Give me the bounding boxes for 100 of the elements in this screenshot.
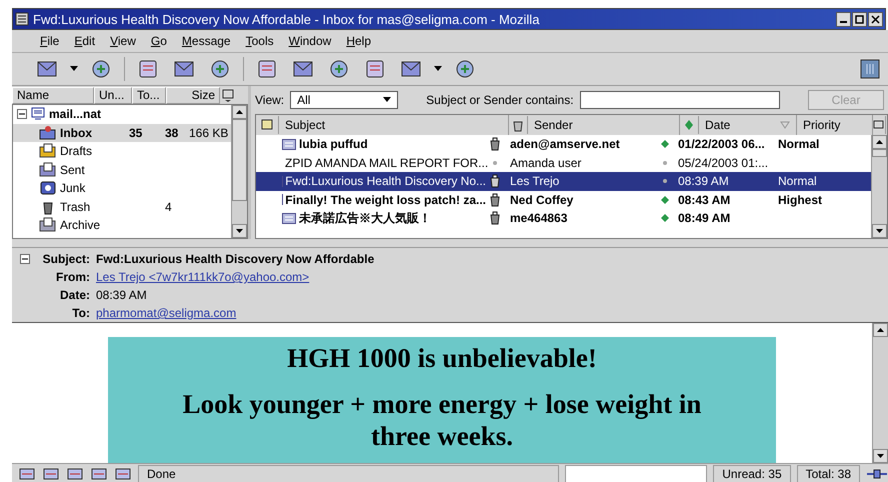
folder-folder-icon xyxy=(39,217,57,234)
folder-row[interactable]: Inbox 35 38 166 KB xyxy=(13,124,231,142)
scroll-thumb[interactable] xyxy=(232,119,247,201)
message-sender: Amanda user xyxy=(509,156,582,170)
menu-item[interactable]: Message xyxy=(182,34,231,48)
message-date: 08:39 AM xyxy=(677,174,730,188)
window-title: Fwd:Luxurious Health Discovery Now Affordable - Inbox for mas@seligma.com - Mozilla xyxy=(33,12,540,26)
computer-icon xyxy=(30,107,46,122)
junk-folder-icon xyxy=(39,180,57,196)
dropdown-arrow-icon xyxy=(383,97,392,103)
unread-icon[interactable] xyxy=(660,139,670,150)
field-label: Subject: xyxy=(42,252,90,266)
message-row[interactable]: lubia puffud aden@amserve.net 01/22/2003 06... Normal xyxy=(256,135,871,154)
message-row[interactable]: Fwd:Luxurious Health Discovery No... Les Trejo 08:39 AM Normal xyxy=(256,172,871,190)
close-icon xyxy=(871,14,880,24)
read-dot-icon[interactable] xyxy=(662,178,668,184)
junk-status-icon[interactable] xyxy=(489,211,501,226)
dot-icon[interactable] xyxy=(492,160,498,166)
message-sender: Les Trejo xyxy=(509,174,560,188)
folder-row[interactable]: Archive xyxy=(13,216,231,234)
unread-count: Unread: 35 xyxy=(713,465,791,482)
scroll-up-icon[interactable] xyxy=(872,135,887,149)
message-date: 08:43 AM xyxy=(677,192,732,207)
field-label: From: xyxy=(55,270,90,284)
field-label: Date: xyxy=(58,288,90,302)
maximize-icon xyxy=(855,14,864,24)
folder-row[interactable]: Junk xyxy=(13,179,231,198)
search-field[interactable] xyxy=(580,91,780,109)
folder-name: Drafts xyxy=(60,144,94,158)
junk-status-icon[interactable] xyxy=(489,137,501,152)
recipient-link[interactable]: pharmomat@seligma.com xyxy=(96,306,236,320)
message-sender: aden@amserve.net xyxy=(509,137,621,152)
scrollbar[interactable] xyxy=(871,135,887,238)
total-count: 4 xyxy=(165,200,172,214)
menu-item[interactable]: Edit xyxy=(74,34,96,48)
message-priority: Normal xyxy=(778,174,817,188)
folder-row[interactable]: Drafts xyxy=(13,142,231,160)
inbox-folder-icon xyxy=(39,124,57,141)
message-subject: ZPID AMANDA MAIL REPORT FOR... xyxy=(285,156,488,170)
scroll-thumb[interactable] xyxy=(872,149,887,157)
view-dropdown[interactable]: All xyxy=(290,91,398,109)
field-label: To: xyxy=(71,306,90,320)
column-picker-icon[interactable] xyxy=(220,87,236,103)
menu-item[interactable]: Tools xyxy=(246,34,274,48)
minimize-icon xyxy=(839,21,848,23)
message-priority: Normal xyxy=(778,137,820,152)
menu-item[interactable]: Go xyxy=(150,34,167,48)
ad-headline: HGH 1000 is unbelievable! xyxy=(286,343,598,374)
menu-item[interactable]: File xyxy=(40,34,60,48)
junk-status-icon[interactable] xyxy=(489,192,501,207)
folder-name: Sent xyxy=(60,162,86,177)
status-text: Done xyxy=(138,465,560,482)
sort-icon xyxy=(780,121,790,129)
message-subject: Fwd:Luxurious Health Discovery Now Affordable xyxy=(96,252,374,266)
dropdown-arrow-icon[interactable] xyxy=(434,66,442,72)
column-header[interactable]: Name xyxy=(12,86,94,104)
scroll-down-icon[interactable] xyxy=(872,224,887,238)
message-date: 01/22/2003 06... xyxy=(677,137,766,152)
unread-icon[interactable] xyxy=(660,213,670,224)
sender-link[interactable]: Les Trejo <7w7kr111kk7o@yahoo.com> xyxy=(96,270,310,284)
message-date: 08:39 AM xyxy=(96,288,147,302)
message-row[interactable]: Finally! The weight loss patch! za... Ned Coffey 08:43 AM Highest xyxy=(256,190,871,209)
folder-name: Trash xyxy=(60,200,92,214)
column-picker-icon[interactable] xyxy=(873,116,886,134)
menu-item[interactable]: View xyxy=(110,34,136,48)
folder-row[interactable]: Trash 4 xyxy=(13,198,231,216)
minimize-button[interactable] xyxy=(836,12,851,26)
menu-item[interactable]: Window xyxy=(288,34,332,48)
column-header[interactable]: Un... xyxy=(94,86,132,104)
menu-item[interactable]: Help xyxy=(346,34,371,48)
scrollbar[interactable] xyxy=(872,323,888,463)
dropdown-arrow-icon[interactable] xyxy=(70,66,78,72)
scroll-down-icon[interactable] xyxy=(873,449,888,463)
message-row[interactable]: ZPID AMANDA MAIL REPORT FOR... Amanda user 05/24/2003 01:... xyxy=(256,154,871,172)
unread-icon[interactable] xyxy=(660,194,670,205)
message-row[interactable]: 未承諾広告※大人気販！ me464863 08:49 AM xyxy=(256,209,871,228)
window-menu-icon[interactable] xyxy=(15,12,29,26)
folder-row[interactable]: Sent xyxy=(13,160,231,179)
junk-status-icon[interactable] xyxy=(489,174,501,188)
message-subject: Fwd:Luxurious Health Discovery No... xyxy=(285,174,486,188)
total-count: 38 xyxy=(165,126,178,140)
read-dot-icon[interactable] xyxy=(662,160,668,166)
scroll-up-icon[interactable] xyxy=(232,105,247,119)
scroll-up-icon[interactable] xyxy=(873,323,888,337)
view-label: View: xyxy=(255,93,284,107)
close-button[interactable] xyxy=(868,12,883,26)
throbber-icon[interactable] xyxy=(860,59,880,79)
message-subject: 未承諾広告※大人気販！ xyxy=(299,210,431,227)
total-count: Total: 38 xyxy=(796,465,860,482)
scroll-down-icon[interactable] xyxy=(232,224,247,238)
connection-icon[interactable] xyxy=(866,467,888,481)
message-subject: lubia puffud xyxy=(299,137,368,152)
scrollbar[interactable] xyxy=(231,105,247,238)
collapse-icon[interactable] xyxy=(17,109,27,120)
sent-folder-icon xyxy=(39,162,57,178)
column-header[interactable]: Size xyxy=(166,86,220,104)
account-name[interactable]: mail...nat xyxy=(49,107,102,122)
column-header[interactable]: To... xyxy=(132,86,166,104)
collapse-icon[interactable] xyxy=(20,254,30,264)
maximize-button[interactable] xyxy=(852,12,867,26)
